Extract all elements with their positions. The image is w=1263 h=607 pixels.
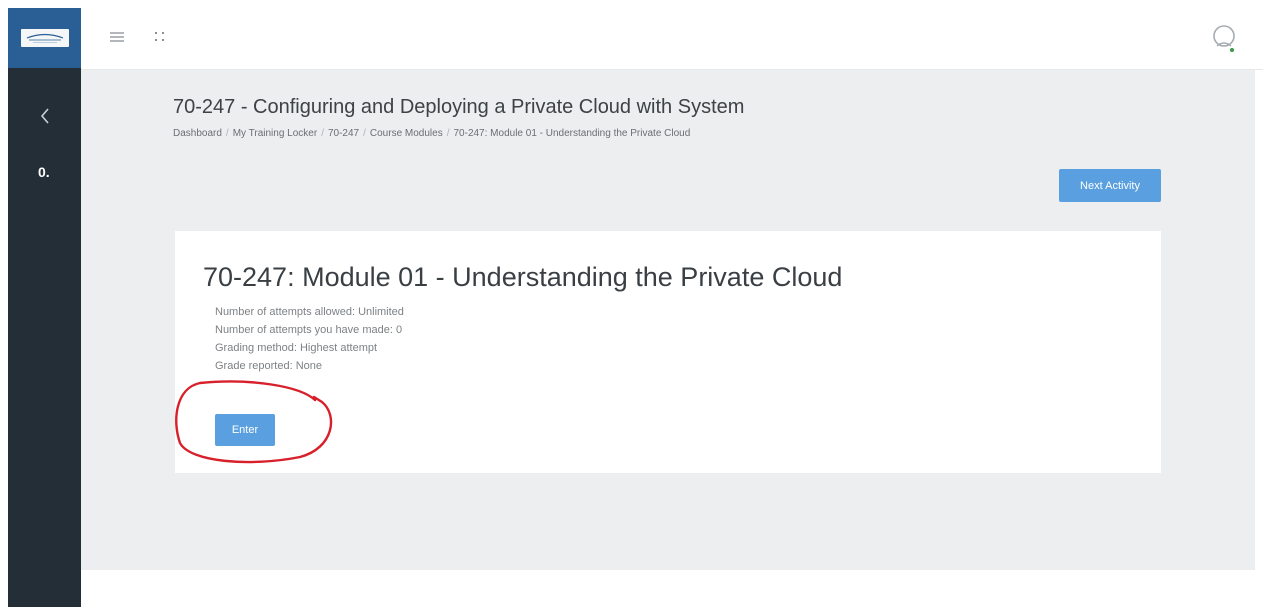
breadcrumb-item-course-modules[interactable]: Course Modules <box>370 128 443 139</box>
breadcrumb-separator: / <box>446 128 450 139</box>
page-title: 70-247 - Configuring and Deploying a Pri… <box>173 96 745 118</box>
breadcrumb-separator: / <box>321 128 324 139</box>
module-title: 70-247: Module 01 - Understanding the Pr… <box>203 262 843 292</box>
next-activity-button[interactable]: Next Activity <box>1059 169 1161 202</box>
breadcrumb-item-training-locker[interactable]: My Training Locker <box>233 128 317 139</box>
breadcrumb-separator: / <box>363 128 366 139</box>
chevron-left-icon[interactable] <box>35 104 55 128</box>
logo-icon <box>26 33 63 43</box>
breadcrumb: Dashboard / My Training Locker/70-247/Cour… <box>173 128 690 139</box>
top-navbar <box>81 8 1263 70</box>
main-content: 70-247 - Configuring and Deploying a Pri… <box>81 70 1255 570</box>
section-number[interactable]: 0. <box>38 164 50 180</box>
logo-mark <box>20 29 69 47</box>
breadcrumb-item-course[interactable]: 70-247 <box>328 128 359 139</box>
site-logo[interactable] <box>8 8 81 68</box>
breadcrumb-item-dashboard[interactable]: Dashboard <box>173 128 222 139</box>
breadcrumb-separator: / <box>225 128 229 139</box>
attempt-info-list: Number of attempts allowed: Unlimited Nu… <box>215 303 404 375</box>
enter-button[interactable]: Enter <box>215 414 275 446</box>
apps-grid-icon[interactable] <box>154 30 166 48</box>
hamburger-menu-icon[interactable] <box>110 30 124 48</box>
info-attempts-made: Number of attempts you have made: 0 <box>215 324 403 336</box>
info-grading-method: Grading method: Highest attempt <box>215 342 378 354</box>
breadcrumb-item-current-module[interactable]: 70-247: Module 01 - Understanding the Pr… <box>453 128 690 139</box>
info-attempts-allowed: Number of attempts allowed: Unlimited <box>215 306 404 318</box>
info-grade-reported: Grade reported: None <box>215 360 323 372</box>
module-card: 70-247: Module 01 - Understanding the Pr… <box>175 231 1161 473</box>
user-avatar-icon[interactable] <box>1210 24 1238 54</box>
left-rail: 0. <box>8 8 81 607</box>
